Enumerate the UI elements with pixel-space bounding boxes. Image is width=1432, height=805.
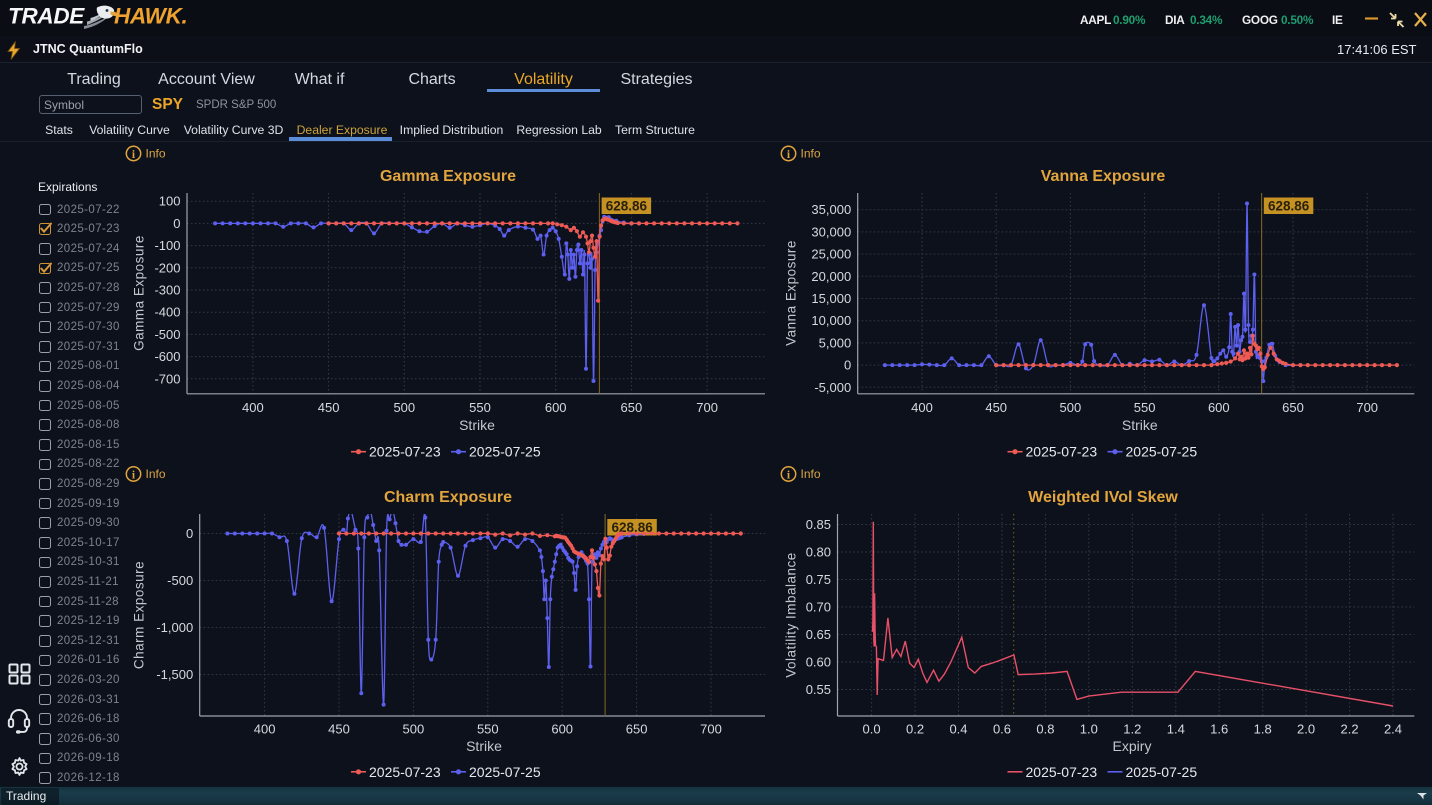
svg-text:i: i — [787, 149, 791, 161]
svg-text:1.6: 1.6 — [1210, 722, 1228, 737]
svg-text:400: 400 — [911, 400, 933, 415]
svg-text:Expiry: Expiry — [1113, 738, 1152, 754]
svg-text:0.6: 0.6 — [993, 722, 1011, 737]
svg-text:1.8: 1.8 — [1254, 722, 1272, 737]
svg-text:100: 100 — [159, 194, 181, 209]
svg-text:Charm Exposure: Charm Exposure — [132, 561, 147, 669]
svg-text:-5,000: -5,000 — [814, 380, 851, 395]
svg-text:450: 450 — [985, 400, 1007, 415]
svg-text:2025-07-23: 2025-07-23 — [1026, 444, 1098, 460]
svg-text:0.65: 0.65 — [806, 627, 831, 642]
svg-text:0.60: 0.60 — [806, 655, 831, 670]
svg-text:i: i — [787, 470, 791, 482]
svg-text:0.0: 0.0 — [863, 722, 881, 737]
svg-text:650: 650 — [626, 722, 648, 737]
svg-text:-500: -500 — [167, 573, 193, 588]
svg-text:-100: -100 — [154, 238, 180, 253]
svg-text:600: 600 — [1208, 400, 1230, 415]
svg-text:30,000: 30,000 — [811, 224, 851, 239]
svg-text:-600: -600 — [154, 349, 180, 364]
svg-text:Gamma Exposure: Gamma Exposure — [132, 235, 147, 351]
svg-text:-500: -500 — [154, 327, 180, 342]
svg-text:650: 650 — [621, 400, 643, 415]
svg-text:550: 550 — [469, 400, 491, 415]
svg-text:2025-07-25: 2025-07-25 — [1126, 764, 1198, 780]
svg-text:Vanna Exposure: Vanna Exposure — [784, 240, 799, 346]
svg-text:450: 450 — [318, 400, 340, 415]
svg-text:1.2: 1.2 — [1123, 722, 1141, 737]
svg-text:650: 650 — [1282, 400, 1304, 415]
svg-text:-200: -200 — [154, 260, 180, 275]
svg-text:0: 0 — [173, 216, 180, 231]
svg-text:500: 500 — [403, 722, 425, 737]
svg-text:600: 600 — [551, 722, 573, 737]
svg-text:Info: Info — [146, 467, 166, 481]
svg-text:0.8: 0.8 — [1036, 722, 1054, 737]
svg-text:2025-07-25: 2025-07-25 — [469, 444, 541, 460]
svg-text:-300: -300 — [154, 283, 180, 298]
svg-text:Strike: Strike — [466, 738, 502, 754]
svg-text:2.0: 2.0 — [1297, 722, 1315, 737]
svg-text:Vanna Exposure: Vanna Exposure — [1041, 168, 1166, 185]
svg-text:1.4: 1.4 — [1167, 722, 1185, 737]
svg-text:5,000: 5,000 — [819, 335, 852, 350]
svg-text:0: 0 — [186, 526, 193, 541]
svg-text:2025-07-23: 2025-07-23 — [1026, 764, 1098, 780]
svg-text:0.70: 0.70 — [806, 600, 831, 615]
svg-text:15,000: 15,000 — [811, 291, 851, 306]
svg-text:700: 700 — [696, 400, 718, 415]
svg-text:0.4: 0.4 — [949, 722, 967, 737]
svg-text:Charm Exposure: Charm Exposure — [384, 489, 512, 506]
svg-text:550: 550 — [477, 722, 499, 737]
svg-text:0.80: 0.80 — [806, 545, 831, 560]
svg-text:500: 500 — [393, 400, 415, 415]
svg-text:35,000: 35,000 — [811, 202, 851, 217]
svg-text:0: 0 — [844, 358, 851, 373]
svg-text:628.86: 628.86 — [1268, 199, 1310, 214]
svg-text:25,000: 25,000 — [811, 247, 851, 262]
svg-text:500: 500 — [1060, 400, 1082, 415]
svg-text:-1,500: -1,500 — [156, 667, 193, 682]
svg-text:-400: -400 — [154, 305, 180, 320]
svg-text:-700: -700 — [154, 371, 180, 386]
svg-text:550: 550 — [1134, 400, 1156, 415]
svg-text:628.86: 628.86 — [606, 199, 648, 214]
svg-text:2.2: 2.2 — [1341, 722, 1359, 737]
svg-text:10,000: 10,000 — [811, 313, 851, 328]
svg-text:20,000: 20,000 — [811, 269, 851, 284]
svg-text:450: 450 — [328, 722, 350, 737]
svg-text:400: 400 — [254, 722, 276, 737]
svg-text:700: 700 — [700, 722, 722, 737]
svg-text:0.75: 0.75 — [806, 572, 831, 587]
svg-text:i: i — [132, 470, 136, 482]
svg-text:600: 600 — [545, 400, 567, 415]
svg-text:0.2: 0.2 — [906, 722, 924, 737]
svg-text:i: i — [132, 149, 136, 161]
svg-text:Info: Info — [146, 147, 166, 161]
svg-text:2025-07-23: 2025-07-23 — [369, 444, 441, 460]
svg-text:2025-07-25: 2025-07-25 — [1126, 444, 1198, 460]
svg-text:Strike: Strike — [459, 417, 495, 433]
svg-text:0.85: 0.85 — [806, 517, 831, 532]
svg-text:0.55: 0.55 — [806, 682, 831, 697]
svg-text:Gamma Exposure: Gamma Exposure — [380, 168, 516, 185]
svg-text:400: 400 — [242, 400, 264, 415]
svg-text:2.4: 2.4 — [1384, 722, 1402, 737]
svg-text:Strike: Strike — [1122, 417, 1158, 433]
svg-text:Volatility Imbalance: Volatility Imbalance — [784, 552, 799, 678]
svg-text:Info: Info — [801, 147, 821, 161]
svg-text:2025-07-23: 2025-07-23 — [369, 764, 441, 780]
svg-text:-1,000: -1,000 — [156, 620, 193, 635]
svg-text:700: 700 — [1356, 400, 1378, 415]
svg-text:Weighted IVol Skew: Weighted IVol Skew — [1028, 489, 1178, 506]
svg-text:2025-07-25: 2025-07-25 — [469, 764, 541, 780]
svg-text:Info: Info — [801, 467, 821, 481]
svg-text:1.0: 1.0 — [1080, 722, 1098, 737]
